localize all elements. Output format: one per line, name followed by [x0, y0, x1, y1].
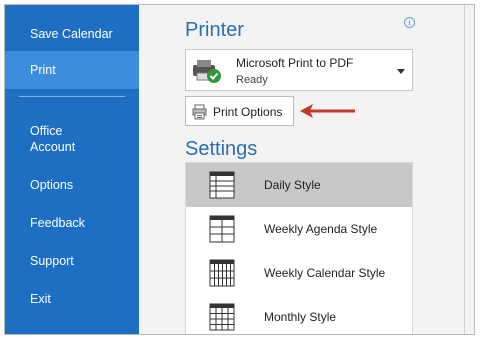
style-label: Weekly Calendar Style: [264, 266, 386, 280]
print-options-label: Print Options: [213, 105, 283, 119]
print-pane: Printer i Microsoft Print to PDF Ready P…: [139, 5, 474, 334]
annotation-arrow-icon: [300, 104, 355, 118]
print-options-button[interactable]: Print Options: [185, 96, 294, 126]
sidebar-item-save-calendar[interactable]: Save Calendar: [5, 26, 139, 42]
backstage-window: Save Calendar Print Office Account Optio…: [4, 4, 475, 335]
pane-divider: [464, 5, 465, 334]
sidebar-item-print[interactable]: Print: [5, 51, 139, 89]
style-row-monthly[interactable]: Monthly Style: [186, 295, 412, 334]
printer-heading: Printer: [185, 19, 244, 41]
printer-status: Ready: [236, 74, 268, 86]
sidebar-item-office-account-line1: Office: [30, 124, 63, 138]
sidebar-item-support[interactable]: Support: [5, 253, 139, 269]
daily-style-icon: [209, 171, 235, 199]
style-row-daily[interactable]: Daily Style: [186, 163, 412, 207]
printer-name: Microsoft Print to PDF: [236, 56, 354, 70]
info-icon[interactable]: i: [404, 17, 415, 28]
style-label: Monthly Style: [264, 310, 337, 324]
weekly-calendar-style-icon: [209, 259, 235, 287]
settings-heading: Settings: [185, 138, 258, 160]
sidebar-item-exit[interactable]: Exit: [5, 291, 139, 307]
printer-dropdown[interactable]: Microsoft Print to PDF Ready: [185, 49, 413, 91]
sidebar-item-options[interactable]: Options: [5, 177, 139, 193]
style-row-weekly-calendar[interactable]: Weekly Calendar Style: [186, 251, 412, 295]
printer-icon: [191, 58, 227, 89]
style-row-weekly-agenda[interactable]: Weekly Agenda Style: [186, 207, 412, 251]
style-label: Daily Style: [264, 178, 321, 192]
sidebar-item-office-account[interactable]: Office Account: [5, 123, 139, 155]
chevron-down-icon: [397, 69, 405, 74]
sidebar-item-office-account-line2: Account: [30, 140, 76, 154]
monthly-style-icon: [209, 303, 235, 331]
sidebar-item-feedback[interactable]: Feedback: [5, 215, 139, 231]
print-style-list: Daily Style Weekly Agenda Style Weekly C…: [185, 162, 413, 334]
sidebar-divider: [19, 96, 125, 97]
backstage-sidebar: Save Calendar Print Office Account Optio…: [5, 5, 139, 334]
weekly-agenda-style-icon: [209, 215, 235, 243]
print-options-icon: [192, 104, 208, 123]
style-label: Weekly Agenda Style: [264, 222, 378, 236]
